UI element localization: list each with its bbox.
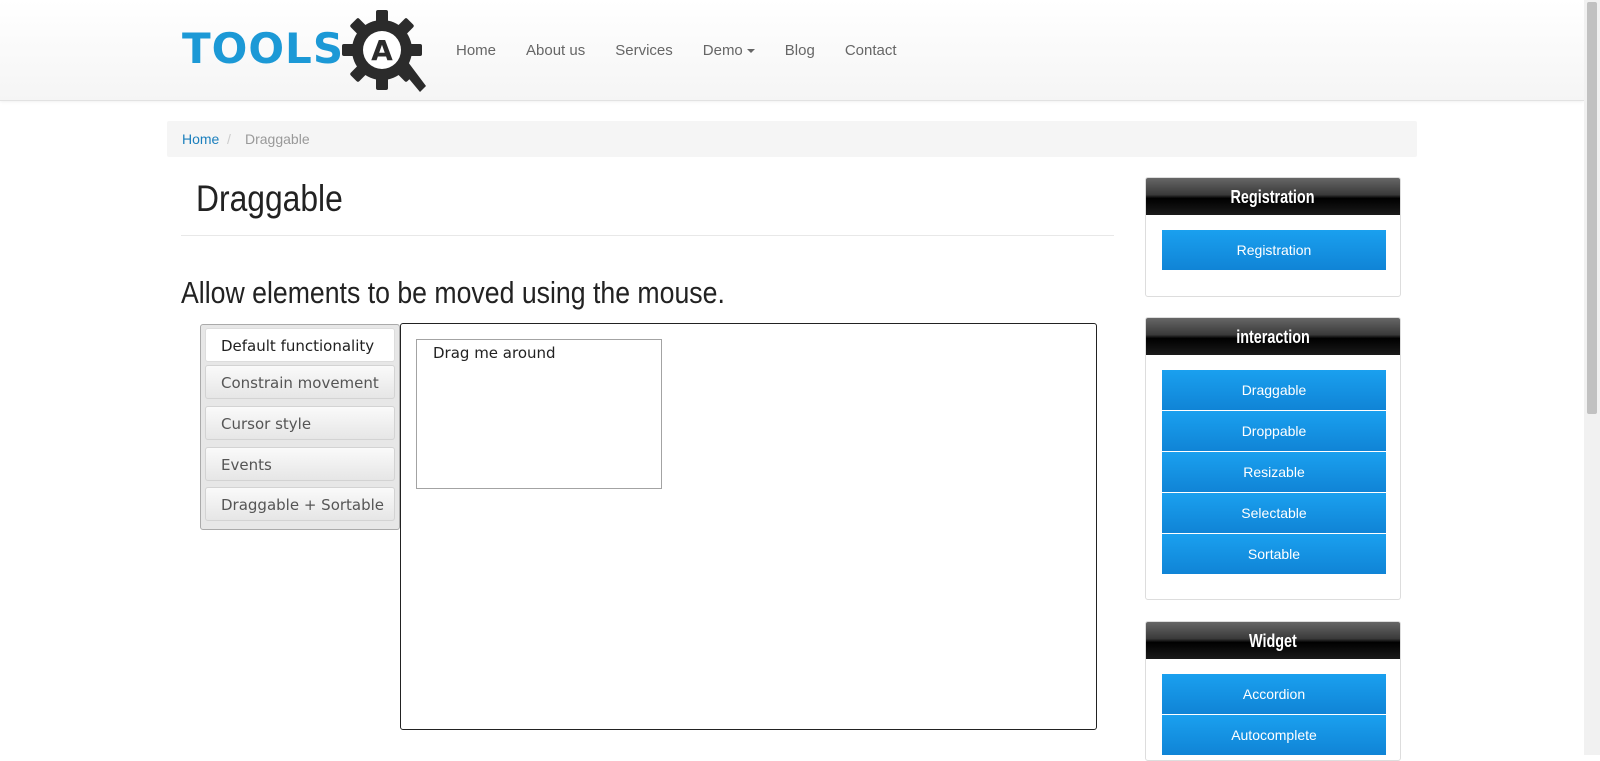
droppable-link-button[interactable]: Droppable [1162, 411, 1386, 451]
title-divider [181, 235, 1114, 236]
tab-default-functionality[interactable]: Default functionality [205, 328, 395, 362]
widget-header: Widget [1146, 622, 1400, 659]
caret-down-icon [746, 49, 755, 54]
accordion-link-button[interactable]: Accordion [1162, 674, 1386, 714]
nav-home[interactable]: Home [456, 42, 496, 59]
nav-contact[interactable]: Contact [845, 42, 897, 59]
tab-draggable-sortable[interactable]: Draggable + Sortable [205, 487, 395, 521]
widget-header: interaction [1146, 318, 1400, 355]
page-subtitle: Allow elements to be moved using the mou… [181, 275, 725, 310]
widget-registration: Registration Registration [1145, 177, 1401, 297]
demo-tabs: Default functionality Constrain movement… [200, 324, 400, 530]
breadcrumb: Home / Draggable [167, 121, 1417, 157]
breadcrumb-home-link[interactable]: Home [182, 131, 219, 147]
logo-mark: A [371, 34, 393, 67]
top-navbar: TOOLS A Home About us Services Demo Blog… [0, 0, 1584, 101]
resizable-link-button[interactable]: Resizable [1162, 452, 1386, 492]
selectable-link-button[interactable]: Selectable [1162, 493, 1386, 533]
site-logo[interactable]: TOOLS A [182, 6, 428, 94]
sortable-link-button[interactable]: Sortable [1162, 534, 1386, 574]
scrollbar-thumb[interactable] [1587, 2, 1597, 414]
tab-cursor-style[interactable]: Cursor style [205, 406, 395, 440]
breadcrumb-separator: / [227, 131, 231, 147]
widget-title: Registration [1230, 187, 1315, 207]
widget-header: Registration [1146, 178, 1400, 215]
logo-text: TOOLS [182, 24, 345, 73]
breadcrumb-current: Draggable [245, 131, 310, 147]
page-title: Draggable [196, 178, 343, 219]
nav-about-us[interactable]: About us [526, 42, 585, 59]
draggable-box[interactable]: Drag me around [416, 339, 662, 489]
main-nav: Home About us Services Demo Blog Contact [456, 42, 927, 59]
nav-demo-label: Demo [702, 42, 743, 59]
gear-logo-icon: A [342, 10, 426, 92]
page-scrollbar[interactable] [1584, 0, 1600, 755]
nav-demo-dropdown[interactable]: Demo [703, 42, 755, 59]
autocomplete-link-button[interactable]: Autocomplete [1162, 715, 1386, 755]
draggable-box-label: Drag me around [433, 344, 556, 362]
widget-interaction: interaction Draggable Droppable Resizabl… [1145, 317, 1401, 600]
nav-blog[interactable]: Blog [785, 42, 815, 59]
widget-title: interaction [1236, 327, 1310, 347]
registration-button[interactable]: Registration [1162, 230, 1386, 270]
draggable-link-button[interactable]: Draggable [1162, 370, 1386, 410]
nav-services[interactable]: Services [615, 42, 673, 59]
widget-title: Widget [1249, 631, 1297, 651]
tab-events[interactable]: Events [205, 447, 395, 481]
tab-constrain-movement[interactable]: Constrain movement [205, 365, 395, 399]
widget-widget: Widget Accordion Autocomplete [1145, 621, 1401, 761]
